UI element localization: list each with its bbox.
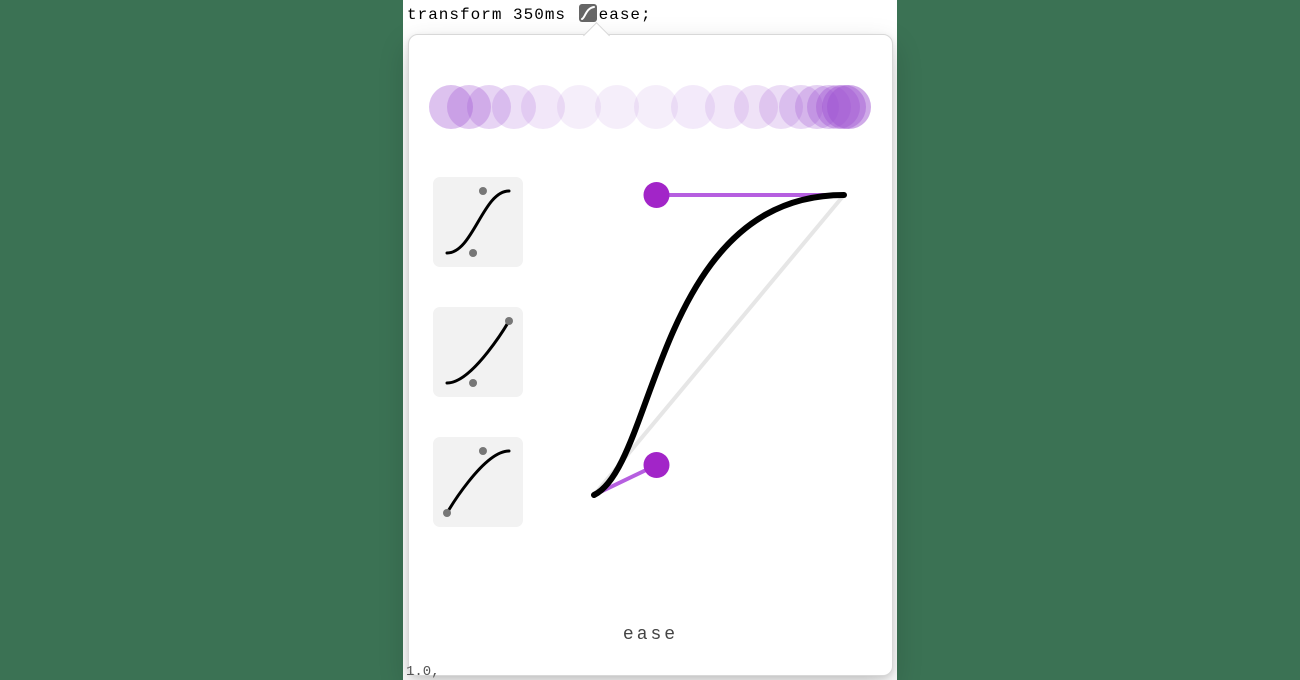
preset-ease-in-out[interactable] (433, 177, 523, 267)
bezier-curve-canvas[interactable] (584, 185, 854, 505)
page-gutter-right (897, 0, 1300, 680)
bezier-swatch-icon[interactable] (579, 4, 597, 22)
code-easing-value: ease (599, 6, 641, 24)
code-prefix: transform 350ms (407, 6, 577, 24)
page-gutter-left (0, 0, 403, 680)
preview-dot (595, 85, 639, 129)
bezier-handle-1[interactable] (644, 452, 670, 478)
css-code-line: transform 350ms ease; (403, 0, 897, 38)
code-suffix: ; (641, 6, 652, 24)
linear-reference-line (594, 195, 844, 495)
easing-preview-strip (409, 53, 892, 133)
preset-list (433, 177, 528, 567)
background-text-bottom: 1.0, (406, 664, 440, 680)
preview-dot (827, 85, 871, 129)
bezier-editor-popover: ease (408, 34, 893, 676)
bezier-handle-2[interactable] (644, 182, 670, 208)
easing-name-label: ease (409, 625, 892, 645)
preset-ease-out[interactable] (433, 437, 523, 527)
document-column: transform 350ms ease; ease 1.0, (403, 0, 897, 680)
preset-ease-in[interactable] (433, 307, 523, 397)
